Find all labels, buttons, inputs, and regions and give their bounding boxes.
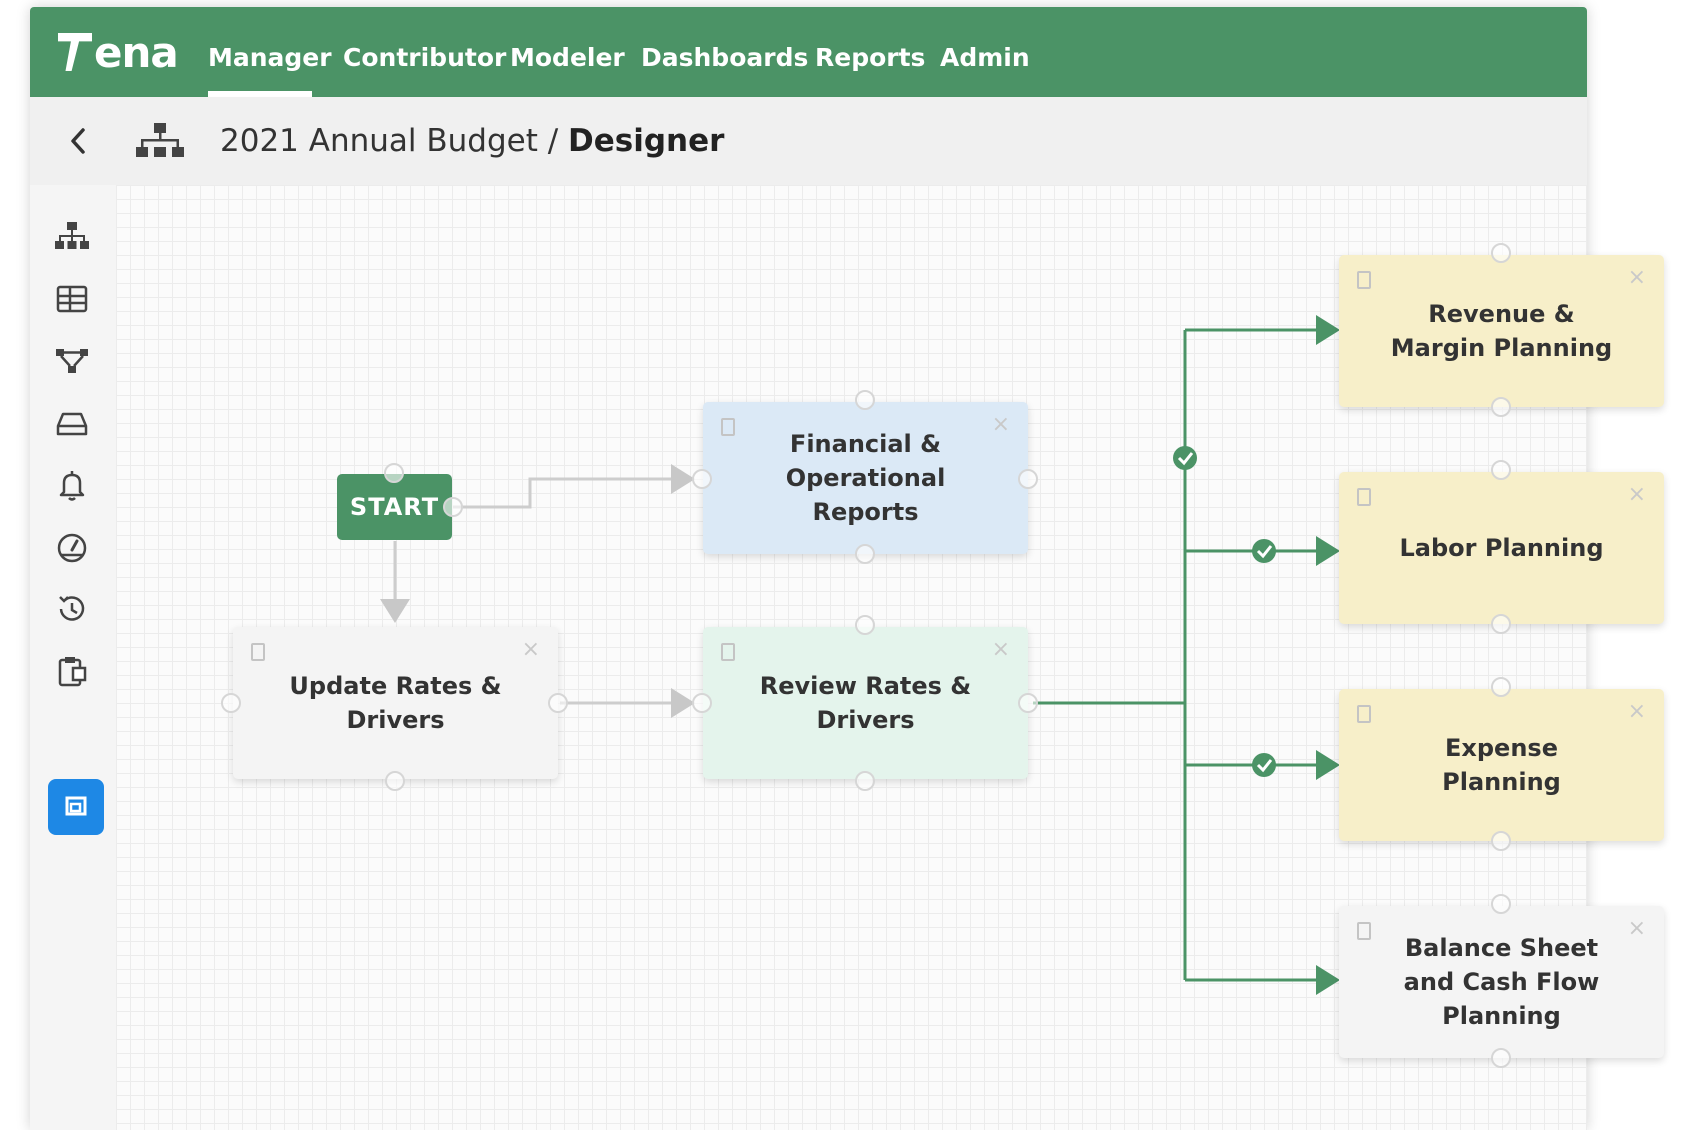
- sidebar-item-table[interactable]: [50, 277, 94, 321]
- connection-port[interactable]: [1491, 894, 1511, 914]
- sidebar-item-hierarchy[interactable]: [50, 215, 94, 259]
- breadcrumb-separator: /: [537, 123, 569, 159]
- close-icon[interactable]: ×: [522, 639, 540, 661]
- history-icon: [59, 596, 85, 621]
- connection-port[interactable]: [855, 390, 875, 410]
- speedometer-icon: [57, 533, 87, 563]
- document-icon: [1357, 705, 1371, 723]
- connection-port[interactable]: [1491, 677, 1511, 697]
- connection-port[interactable]: [1491, 397, 1511, 417]
- table-grid-icon: [56, 285, 88, 313]
- nav-tab-reports[interactable]: Reports: [815, 7, 925, 97]
- logo-text: ena: [94, 27, 179, 77]
- connection-port[interactable]: [855, 771, 875, 791]
- nav-tab-manager[interactable]: Manager: [208, 7, 332, 97]
- chevron-left-icon: [71, 128, 85, 154]
- sidebar-item-dashboard[interactable]: [50, 525, 94, 569]
- connection-port[interactable]: [855, 544, 875, 564]
- connection-port[interactable]: [1018, 469, 1038, 489]
- document-icon: [1357, 271, 1371, 289]
- document-icon: [251, 643, 265, 661]
- node-label: Review Rates & Drivers: [759, 672, 972, 734]
- close-icon[interactable]: ×: [1628, 918, 1646, 940]
- close-icon[interactable]: ×: [1628, 701, 1646, 723]
- node-update-rates-drivers[interactable]: × Update Rates & Drivers: [233, 627, 558, 779]
- sidebar-item-notifications[interactable]: [50, 463, 94, 507]
- sidebar-item-designer[interactable]: [48, 779, 104, 835]
- node-expense-planning[interactable]: × Expense Planning: [1339, 689, 1664, 841]
- connection-port[interactable]: [221, 693, 241, 713]
- workflow-icon: [56, 349, 88, 373]
- designer-icon: [65, 796, 87, 816]
- nav-tab-admin[interactable]: Admin: [940, 7, 1030, 97]
- hierarchy-icon: [136, 123, 184, 157]
- document-icon: [1357, 488, 1371, 506]
- node-label: Labor Planning: [1399, 534, 1604, 562]
- node-balance-sheet-cash-flow-planning[interactable]: × Balance Sheet and Cash Flow Planning: [1339, 906, 1664, 1058]
- document-icon: [721, 643, 735, 661]
- vena-logo[interactable]: ena: [58, 27, 179, 77]
- node-review-rates-drivers[interactable]: × Review Rates & Drivers: [703, 627, 1028, 779]
- nav-tab-dashboards[interactable]: Dashboards: [641, 7, 808, 97]
- connection-port[interactable]: [1491, 1048, 1511, 1068]
- connection-port[interactable]: [855, 615, 875, 635]
- connection-port[interactable]: [548, 693, 568, 713]
- close-icon[interactable]: ×: [992, 639, 1010, 661]
- close-icon[interactable]: ×: [1628, 267, 1646, 289]
- top-navigation-bar: ena Manager Contributor Modeler Dashboar…: [30, 7, 1587, 97]
- clipboard-icon: [58, 657, 87, 687]
- nav-tab-modeler[interactable]: Modeler: [510, 7, 625, 97]
- connection-port[interactable]: [692, 469, 712, 489]
- sidebar-item-inbox[interactable]: [50, 401, 94, 445]
- close-icon[interactable]: ×: [1628, 484, 1646, 506]
- document-icon: [1357, 922, 1371, 940]
- breadcrumb: 2021 Annual Budget / Designer: [220, 97, 724, 185]
- connection-port[interactable]: [1491, 831, 1511, 851]
- connection-port[interactable]: [1491, 460, 1511, 480]
- node-label: Revenue & Margin Planning: [1390, 300, 1613, 362]
- connection-port[interactable]: [384, 463, 404, 483]
- sidebar: [30, 185, 117, 1130]
- connection-port[interactable]: [1018, 693, 1038, 713]
- connection-port[interactable]: [692, 693, 712, 713]
- connection-port[interactable]: [443, 497, 463, 517]
- connection-port[interactable]: [385, 771, 405, 791]
- logo-mark: [58, 33, 92, 71]
- node-label: Expense Planning: [1442, 734, 1561, 796]
- connection-port[interactable]: [1491, 243, 1511, 263]
- inbox-tray-icon: [56, 412, 88, 436]
- breadcrumb-parent[interactable]: 2021 Annual Budget: [220, 123, 538, 159]
- node-label: Financial & Operational Reports: [785, 430, 946, 526]
- page-header: 2021 Annual Budget / Designer: [30, 97, 1587, 186]
- breadcrumb-current: Designer: [568, 123, 725, 159]
- sidebar-item-history[interactable]: [50, 587, 94, 631]
- sidebar-item-workflow[interactable]: [50, 339, 94, 383]
- hierarchy-icon: [55, 222, 89, 249]
- nav-tab-contributor[interactable]: Contributor: [343, 7, 506, 97]
- node-revenue-margin-planning[interactable]: × Revenue & Margin Planning: [1339, 255, 1664, 407]
- node-financial-operational-reports[interactable]: × Financial & Operational Reports: [703, 402, 1028, 554]
- start-node[interactable]: START: [337, 474, 452, 540]
- bell-icon: [59, 471, 85, 501]
- node-labor-planning[interactable]: × Labor Planning: [1339, 472, 1664, 624]
- sidebar-item-clipboard[interactable]: [50, 649, 94, 693]
- node-label: Balance Sheet and Cash Flow Planning: [1403, 934, 1600, 1030]
- document-icon: [721, 418, 735, 436]
- connection-port[interactable]: [1491, 614, 1511, 634]
- back-button[interactable]: [62, 123, 94, 159]
- close-icon[interactable]: ×: [992, 414, 1010, 436]
- node-label: Update Rates & Drivers: [289, 672, 502, 734]
